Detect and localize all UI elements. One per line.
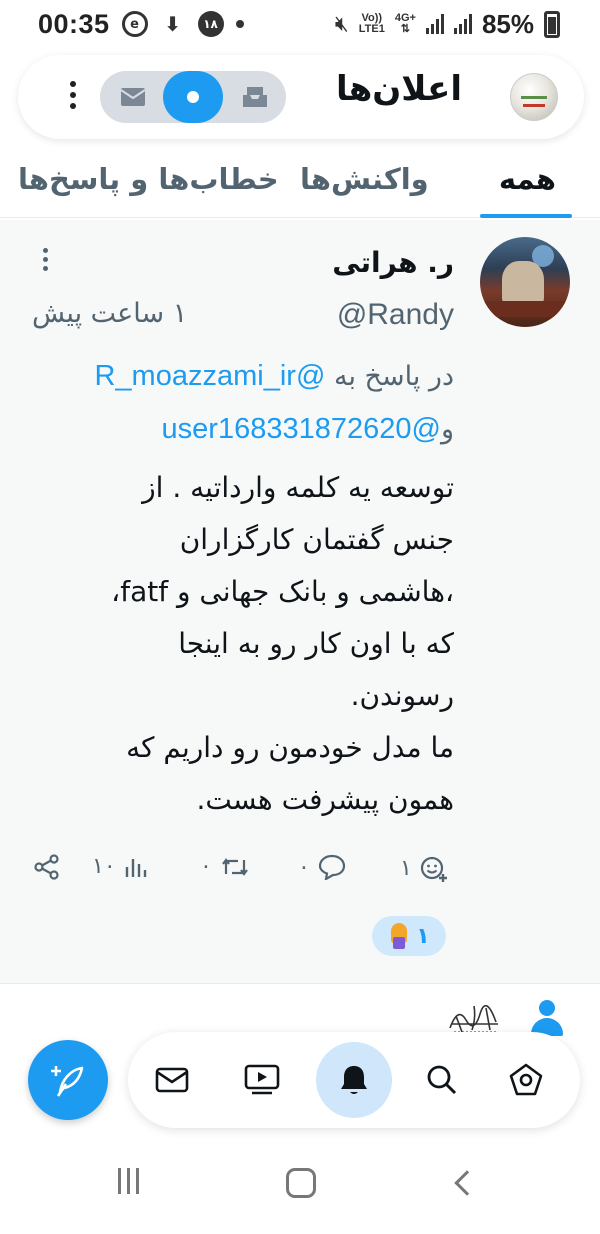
tab-all[interactable]: همه xyxy=(499,162,556,196)
post-body-line: رسوندن. xyxy=(350,679,454,712)
author-avatar[interactable] xyxy=(480,237,570,327)
messages-envelope-icon xyxy=(155,1067,189,1093)
retweet-icon xyxy=(221,857,248,876)
reply-count: ۰ xyxy=(298,854,310,880)
nav-messages[interactable] xyxy=(144,1052,200,1108)
views-chart-icon xyxy=(125,858,146,877)
dot-icon xyxy=(187,91,199,103)
post-body-line: ما مدل خودمون رو داریم که xyxy=(126,731,454,764)
reply-prefix: در پاسخ به xyxy=(333,361,454,392)
reply-and: و xyxy=(440,414,454,445)
react-button[interactable]: ۱ xyxy=(400,854,448,882)
bottom-navigation xyxy=(128,1032,580,1128)
more-options-icon[interactable] xyxy=(70,81,76,109)
app-e-icon: e xyxy=(121,11,148,37)
react-count: ۱ xyxy=(400,855,412,881)
signal-1-icon xyxy=(425,14,444,34)
reaction-emoji-icon xyxy=(388,923,410,949)
system-home-button[interactable] xyxy=(286,1168,316,1198)
notification-count-badge: ۱۸ xyxy=(197,11,224,37)
retweet-button[interactable]: ۰ xyxy=(200,854,250,879)
page-title: اعلان‌ها xyxy=(335,69,462,109)
inbox-icon xyxy=(243,87,267,107)
add-reaction-icon xyxy=(420,856,447,882)
inbox-filter-toggle[interactable] xyxy=(100,71,286,123)
notification-card[interactable]: ر. هراتی @Randy ۱ ساعت پیش در پاسخ به @R… xyxy=(0,220,600,984)
notification-tabs: خطاب‌ها و پاسخ‌ها واکنش‌ها همه xyxy=(0,150,600,218)
share-icon xyxy=(34,854,59,880)
tab-reactions[interactable]: واکنش‌ها xyxy=(300,162,429,196)
status-bar: 00:35 e ⬇ ۱۸ 🔇︎ Vo)) LTE1 4G+ ⇅ 85% xyxy=(0,0,600,48)
post-body-line: توسعه یه کلمه وارداتیه . از xyxy=(142,471,454,504)
calligraphy-logo-icon xyxy=(449,1004,498,1033)
views-button[interactable]: ۱۰ xyxy=(92,854,148,879)
post-body-line: جنس گفتمان کارگزاران xyxy=(179,523,454,556)
author-name[interactable]: ر. هراتی xyxy=(332,246,454,279)
profile-avatar[interactable] xyxy=(510,73,558,121)
active-tab-indicator xyxy=(480,214,572,218)
post-more-icon[interactable] xyxy=(43,248,48,271)
recents-button[interactable] xyxy=(118,1168,139,1194)
author-handle[interactable]: @Randy xyxy=(337,298,454,332)
battery-icon xyxy=(544,10,560,38)
inbox-segment[interactable] xyxy=(224,71,286,123)
post-body: توسعه یه کلمه وارداتیه . از جنس گفتمان ک… xyxy=(14,462,454,826)
share-button[interactable] xyxy=(34,854,60,880)
more-notifications-dot-icon xyxy=(235,20,244,28)
home-pentagon-icon xyxy=(509,1063,543,1096)
signal-2-icon xyxy=(453,14,472,34)
compose-feather-icon xyxy=(51,1066,84,1097)
network-gen-label: 4G+ ⇅ xyxy=(394,12,416,35)
compose-button[interactable] xyxy=(28,1040,108,1120)
bell-icon xyxy=(341,1066,367,1094)
system-navigation-bar xyxy=(0,1140,600,1234)
status-right: 🔇︎ Vo)) LTE1 4G+ ⇅ 85% xyxy=(335,9,560,40)
post-body-line: همون پیشرفت هست. xyxy=(196,783,454,816)
post-body-line: که با اون کار رو به اینجا xyxy=(178,627,454,660)
post-actions: ۱۰ ۰ ۰ ۱ xyxy=(0,848,600,894)
views-count: ۱۰ xyxy=(92,854,116,879)
post-body-line: ،هاشمی و بانک جهانی و fatf، xyxy=(111,575,454,608)
reply-mention-2[interactable]: @user168331872620 xyxy=(162,413,441,445)
active-segment xyxy=(163,71,223,123)
mail-icon xyxy=(120,88,146,106)
nav-home[interactable] xyxy=(498,1052,554,1108)
reply-context: در پاسخ به @R_moazzami_ir و@user16833187… xyxy=(24,350,454,456)
nav-search[interactable] xyxy=(414,1052,470,1108)
back-button[interactable] xyxy=(454,1170,480,1196)
all-segment[interactable] xyxy=(162,71,224,123)
header-bar: اعلان‌ها xyxy=(18,55,584,139)
reply-button[interactable]: ۰ xyxy=(298,854,346,880)
battery-percent: 85% xyxy=(481,8,534,39)
nav-notifications[interactable] xyxy=(316,1042,392,1118)
status-left: 00:35 e ⬇ ۱۸ xyxy=(38,9,244,40)
tab-mentions[interactable]: خطاب‌ها و پاسخ‌ها xyxy=(18,162,279,196)
reply-mention-1[interactable]: @R_moazzami_ir xyxy=(94,360,325,392)
mute-icon: 🔇︎ xyxy=(334,11,349,37)
retweet-count: ۰ xyxy=(200,854,212,879)
reply-icon xyxy=(318,854,345,880)
post-time: ۱ ساعت پیش xyxy=(32,298,188,329)
mail-segment[interactable] xyxy=(102,71,164,123)
reaction-summary-pill[interactable]: ۱ xyxy=(372,916,446,956)
nav-videos[interactable] xyxy=(234,1052,290,1108)
video-play-icon xyxy=(244,1064,280,1095)
download-icon: ⬇ xyxy=(164,12,181,36)
search-icon xyxy=(427,1065,457,1095)
volte-label: Vo)) LTE1 xyxy=(358,12,385,35)
status-time: 00:35 xyxy=(38,8,110,39)
reaction-pill-count: ۱ xyxy=(416,923,430,949)
